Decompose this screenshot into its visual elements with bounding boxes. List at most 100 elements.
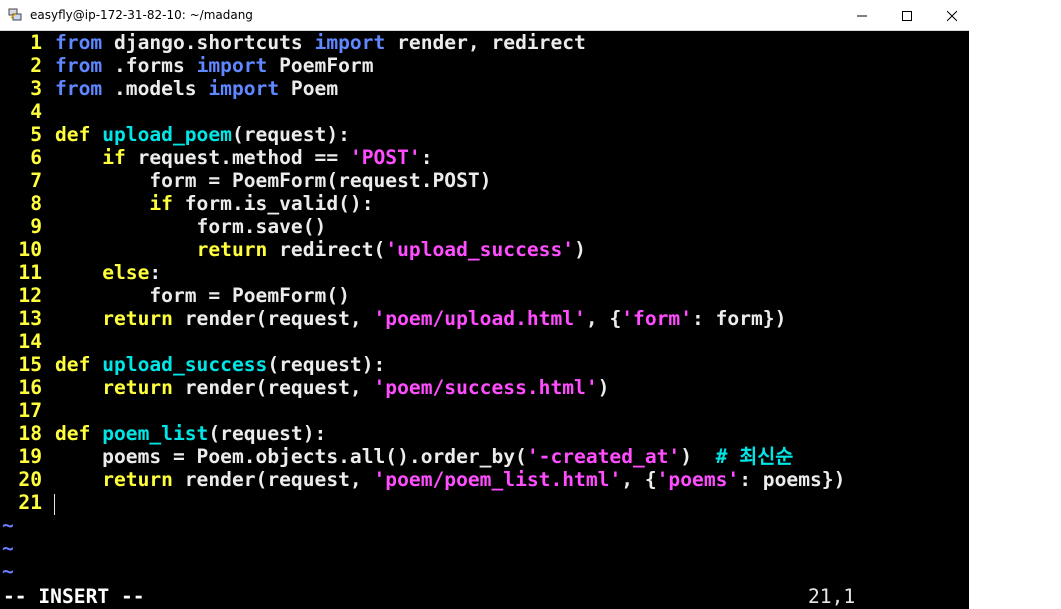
token: render, redirect [385,31,586,54]
code-line[interactable]: 5 def upload_poem(request): [0,123,969,146]
line-number: 8 [30,192,42,215]
token: if [102,146,126,169]
close-icon[interactable] [937,0,967,31]
code-line[interactable]: 15 def upload_success(request): [0,353,969,376]
code-text: from .forms import PoemForm [55,54,374,77]
code-line[interactable]: 10 return redirect('upload_success') [0,238,969,261]
line-number: 1 [30,31,42,54]
code-line[interactable]: 4 [0,100,969,123]
token: return [102,468,173,491]
code-line[interactable]: 1 from django.shortcuts import render, re… [0,31,969,54]
token: : [149,261,162,284]
token: import [196,54,268,77]
code-text: def upload_success(request): [55,353,385,376]
code-text: from django.shortcuts import render, red… [55,31,586,54]
token: : [420,146,433,169]
token: form.save() [55,215,327,238]
token: return [102,376,173,399]
code-line[interactable]: 9 form.save() [0,215,969,238]
code-text: def upload_poem(request): [55,123,350,146]
token: from [55,54,103,77]
token: : form}) [692,307,787,330]
code-line[interactable]: 18 def poem_list(request): [0,422,969,445]
code-line[interactable]: 11 else: [0,261,969,284]
token: redirect( [267,238,386,261]
token: render(request, [172,307,374,330]
code-line[interactable]: 19 poems = Poem.objects.all().order_by('… [0,445,969,468]
token: upload_poem [102,123,232,146]
token: 'POST' [349,146,421,169]
line-number: 10 [18,238,42,261]
token: from [55,77,103,100]
token: PoemForm [267,54,374,77]
token: request.method == [125,146,350,169]
code-text: else: [55,261,161,284]
token: upload_success [102,353,268,376]
code-text: return render(request, 'poem/success.htm… [55,376,609,399]
token: .forms [102,54,197,77]
line-number: 4 [30,100,42,123]
token: Poem [279,77,339,100]
token: ) [597,376,610,399]
token: , { [585,307,622,330]
token: 'poems' [656,468,740,491]
code-line[interactable]: 17 [0,399,969,422]
code-text: if request.method == 'POST': [55,146,433,169]
putty-icon [8,8,22,22]
code-line[interactable]: 20 return render(request, 'poem/poem_lis… [0,468,969,491]
code-line[interactable]: 8 if form.is_valid(): [0,192,969,215]
token: 'form' [621,307,693,330]
line-number: 11 [18,261,42,284]
line-number: 5 [30,123,42,146]
line-number: 17 [18,399,42,422]
token: 'upload_success' [385,238,575,261]
token: .models [102,77,209,100]
token: (request): [208,422,327,445]
token: if [149,192,173,215]
token: 'poem/upload.html' [373,307,586,330]
code-line[interactable]: 16 return render(request, 'poem/success.… [0,376,969,399]
line-number: 6 [30,146,42,169]
token: # 최신순 [715,445,794,468]
cursor-position: 21,1 [808,585,856,608]
token: def [55,123,91,146]
code-text: return redirect('upload_success') [55,238,586,261]
code-text: form = PoemForm(request.POST) [55,169,491,192]
code-text: form = PoemForm() [55,284,350,307]
line-number: 18 [18,422,42,445]
code-line[interactable]: 6 if request.method == 'POST': [0,146,969,169]
token: render(request, [172,468,374,491]
token: from [55,31,103,54]
empty-line-tilde: ~ [2,537,14,560]
line-number: 19 [18,445,42,468]
code-line[interactable]: 7 form = PoemForm(request.POST) [0,169,969,192]
maximize-icon[interactable] [892,0,922,31]
code-line[interactable]: 14 [0,330,969,353]
token: django.shortcuts [102,31,315,54]
token: return [196,238,268,261]
line-number: 20 [18,468,42,491]
line-number: 15 [18,353,42,376]
terminal-content[interactable]: 1 from django.shortcuts import render, re… [0,31,969,609]
line-number: 3 [30,77,42,100]
code-line[interactable]: 13 return render(request, 'poem/upload.h… [0,307,969,330]
text-cursor [54,494,55,515]
code-line[interactable]: 2 from .forms import PoemForm [0,54,969,77]
line-number: 7 [30,169,42,192]
code-line[interactable]: 12 form = PoemForm() [0,284,969,307]
token: (request): [231,123,350,146]
token: (request): [267,353,386,376]
minimize-icon[interactable] [847,0,877,31]
code-line[interactable]: 3 from .models import Poem [0,77,969,100]
token: poems = Poem.objects.all().order_by( [55,445,527,468]
code-text: poems = Poem.objects.all().order_by('-cr… [55,445,793,468]
title-bar[interactable]: easyfly@ip-172-31-82-10: ~/madang [0,0,969,31]
code-line[interactable]: 21 [0,491,969,514]
token: 'poem/poem_list.html' [373,468,622,491]
token: poem_list [102,422,209,445]
window-title: easyfly@ip-172-31-82-10: ~/madang [30,8,253,22]
